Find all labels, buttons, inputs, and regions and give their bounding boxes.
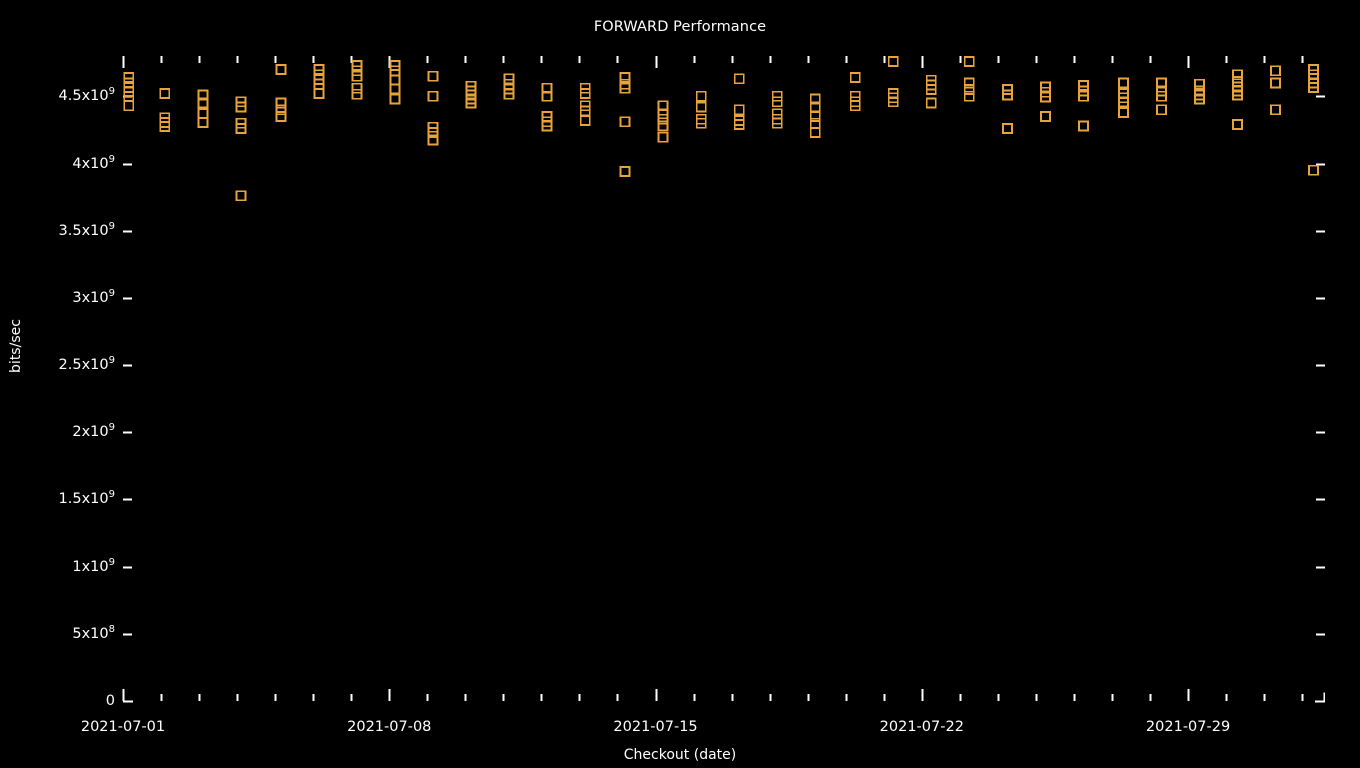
data-point <box>1118 77 1129 89</box>
data-point <box>1232 69 1243 81</box>
y-axis-tick-label: 4.5x109 <box>58 86 115 105</box>
data-point <box>963 90 975 102</box>
plot-root: FORWARD Performance 0 5x108 1x109 1.5x109 2x… <box>0 0 1360 768</box>
data-point <box>275 97 287 109</box>
data-point <box>809 127 821 138</box>
data-point <box>963 55 975 67</box>
data-point <box>123 100 135 112</box>
data-point <box>849 72 861 83</box>
data-point <box>695 101 707 113</box>
data-point <box>1118 107 1129 118</box>
data-point <box>579 115 591 126</box>
y-axis-tick-label: 0 <box>105 693 115 709</box>
data-point <box>275 111 287 122</box>
y-axis-tick-label: 4x109 <box>72 153 115 172</box>
data-point <box>619 72 631 83</box>
y-axis-tick-label: 3x109 <box>72 288 115 306</box>
data-point <box>197 108 209 120</box>
data-point <box>695 90 707 102</box>
data-point <box>389 83 401 95</box>
data-point <box>427 70 439 82</box>
x-axis-tick-label: 2021-07-08 <box>347 719 432 735</box>
x-axis-tick-label: 2021-07-15 <box>613 719 698 735</box>
data-point <box>963 84 975 95</box>
data-point <box>1194 78 1205 90</box>
data-point <box>427 90 439 102</box>
data-point <box>275 64 287 75</box>
data-point <box>619 116 631 128</box>
data-point <box>809 111 821 122</box>
data-point <box>1040 111 1051 122</box>
data-point-markers <box>123 55 1319 202</box>
data-point <box>351 82 363 94</box>
y-axis-tick-label: 2.5x109 <box>58 355 115 374</box>
data-point <box>733 73 745 85</box>
y-axis-tick-label: 5x108 <box>72 623 115 642</box>
data-point <box>619 166 631 177</box>
y-axis-title: bits/sec <box>8 319 24 373</box>
data-point <box>389 93 401 105</box>
data-point <box>1078 120 1089 132</box>
data-point <box>351 88 363 100</box>
data-point <box>809 117 821 129</box>
data-point <box>197 117 209 128</box>
data-point <box>963 77 975 89</box>
data-point <box>1308 164 1319 176</box>
data-point <box>389 74 401 86</box>
y-axis-tick-label: 2x109 <box>72 422 115 441</box>
data-point <box>313 88 325 100</box>
data-point <box>1270 104 1281 116</box>
data-point <box>1270 77 1281 89</box>
y-axis-tick-label: 1x109 <box>72 556 115 575</box>
data-point <box>733 104 745 116</box>
data-point <box>657 131 669 143</box>
data-point <box>235 190 247 202</box>
data-point <box>925 97 937 109</box>
x-axis-tick-label: 2021-07-01 <box>80 719 166 735</box>
data-point <box>1001 123 1013 134</box>
data-point <box>1232 119 1243 130</box>
y-axis-tick-label: 1.5x109 <box>58 489 115 508</box>
data-point <box>1270 65 1281 77</box>
data-point <box>887 55 899 67</box>
chart-title: FORWARD Performance <box>593 19 767 35</box>
data-point <box>1156 104 1167 116</box>
x-axis-tick-label: 2021-07-29 <box>1145 719 1231 735</box>
data-point <box>657 120 669 132</box>
data-point <box>275 104 287 116</box>
y-axis-tick-label: 3.5x109 <box>58 220 115 239</box>
scatter-plot-canvas <box>122 55 1325 703</box>
data-point <box>159 88 171 100</box>
axis-tick-marks <box>122 56 1325 703</box>
x-axis-title: Checkout (date) <box>623 747 737 763</box>
x-axis-tick-label: 2021-07-22 <box>879 719 964 735</box>
